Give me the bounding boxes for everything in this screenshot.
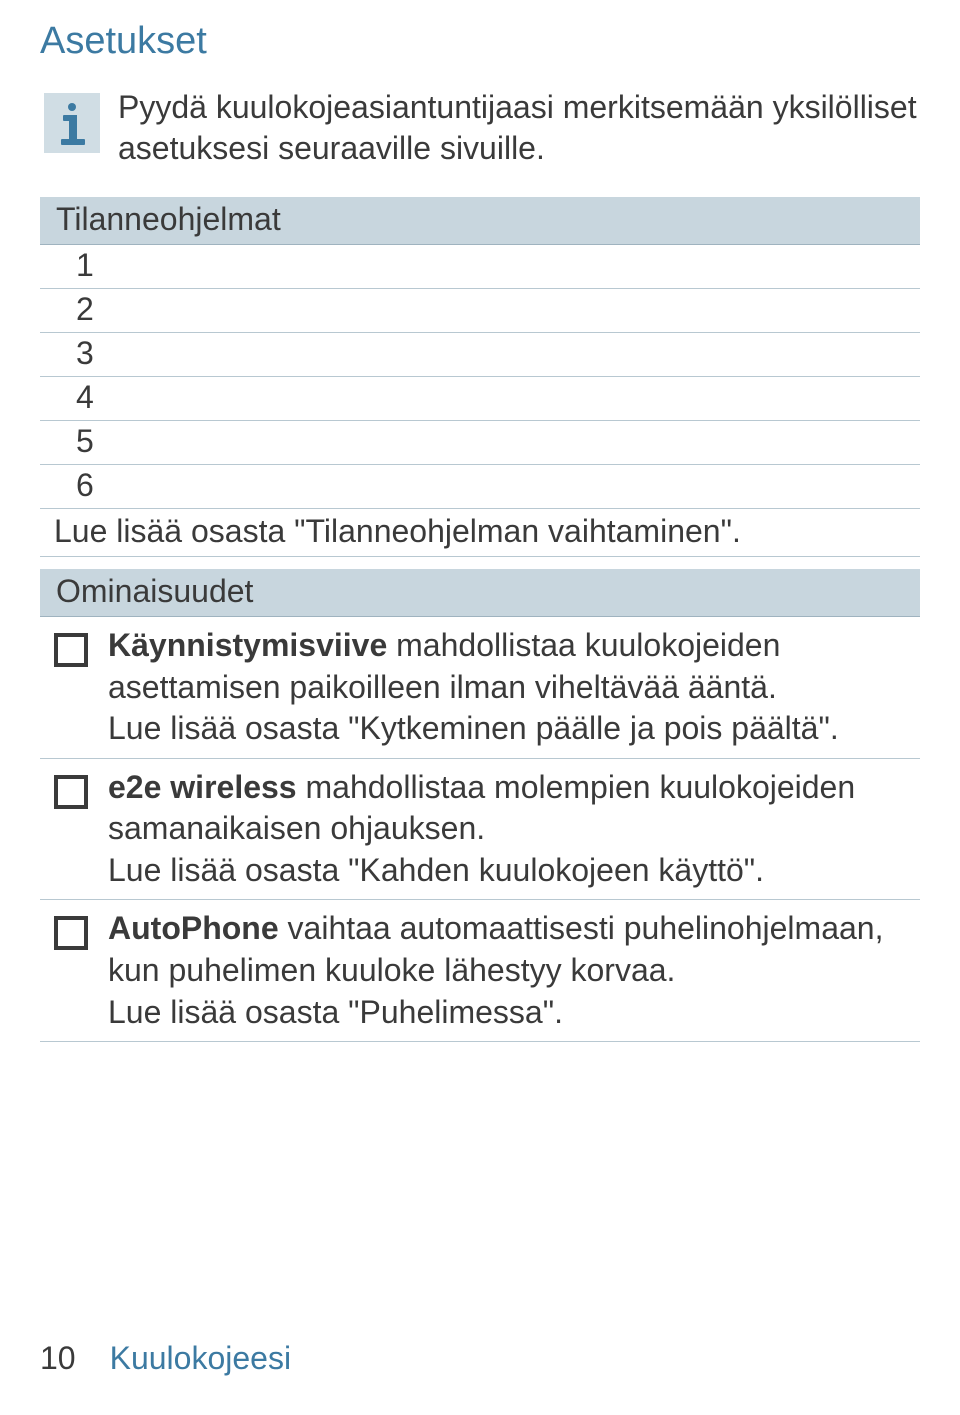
feature-more: Lue lisää osasta "Kahden kuulokojeen käy… <box>108 852 764 888</box>
feature-more: Lue lisää osasta "Kytkeminen päälle ja p… <box>108 710 839 746</box>
footer: 10 Kuulokojeesi <box>40 1340 291 1377</box>
feature-bold: Käynnistymisviive <box>108 627 387 663</box>
program-row: 6 <box>40 465 920 509</box>
feature-more: Lue lisää osasta "Puhelimessa". <box>108 994 563 1030</box>
programs-note: Lue lisää osasta "Tilanneohjelman vaihta… <box>40 509 920 557</box>
programs-header: Tilanneohjelmat <box>40 197 920 245</box>
programs-list: 1 2 3 4 5 6 <box>40 245 920 509</box>
program-row: 1 <box>40 245 920 289</box>
features-header: Ominaisuudet <box>40 569 920 617</box>
info-text: Pyydä kuulokojeasiantuntijaasi merkitsem… <box>118 87 920 169</box>
feature-item: AutoPhone vaihtaa automaattisesti puheli… <box>40 900 920 1042</box>
info-icon <box>44 93 100 153</box>
feature-text: e2e wireless mahdollistaa molempien kuul… <box>108 767 912 892</box>
program-row: 2 <box>40 289 920 333</box>
checkbox[interactable] <box>54 633 88 667</box>
footer-crumb: Kuulokojeesi <box>110 1340 291 1377</box>
program-row: 4 <box>40 377 920 421</box>
feature-item: e2e wireless mahdollistaa molempien kuul… <box>40 759 920 901</box>
checkbox[interactable] <box>54 775 88 809</box>
checkbox[interactable] <box>54 916 88 950</box>
program-row: 5 <box>40 421 920 465</box>
feature-item: Käynnistymisviive mahdollistaa kuulokoje… <box>40 617 920 759</box>
feature-bold: e2e wireless <box>108 769 297 805</box>
program-row: 3 <box>40 333 920 377</box>
page: Asetukset Pyydä kuulokojeasiantuntijaasi… <box>0 0 960 1415</box>
page-heading: Asetukset <box>40 20 920 63</box>
feature-text: Käynnistymisviive mahdollistaa kuulokoje… <box>108 625 912 750</box>
info-callout: Pyydä kuulokojeasiantuntijaasi merkitsem… <box>40 87 920 169</box>
feature-text: AutoPhone vaihtaa automaattisesti puheli… <box>108 908 912 1033</box>
feature-bold: AutoPhone <box>108 910 279 946</box>
page-number: 10 <box>40 1340 76 1377</box>
